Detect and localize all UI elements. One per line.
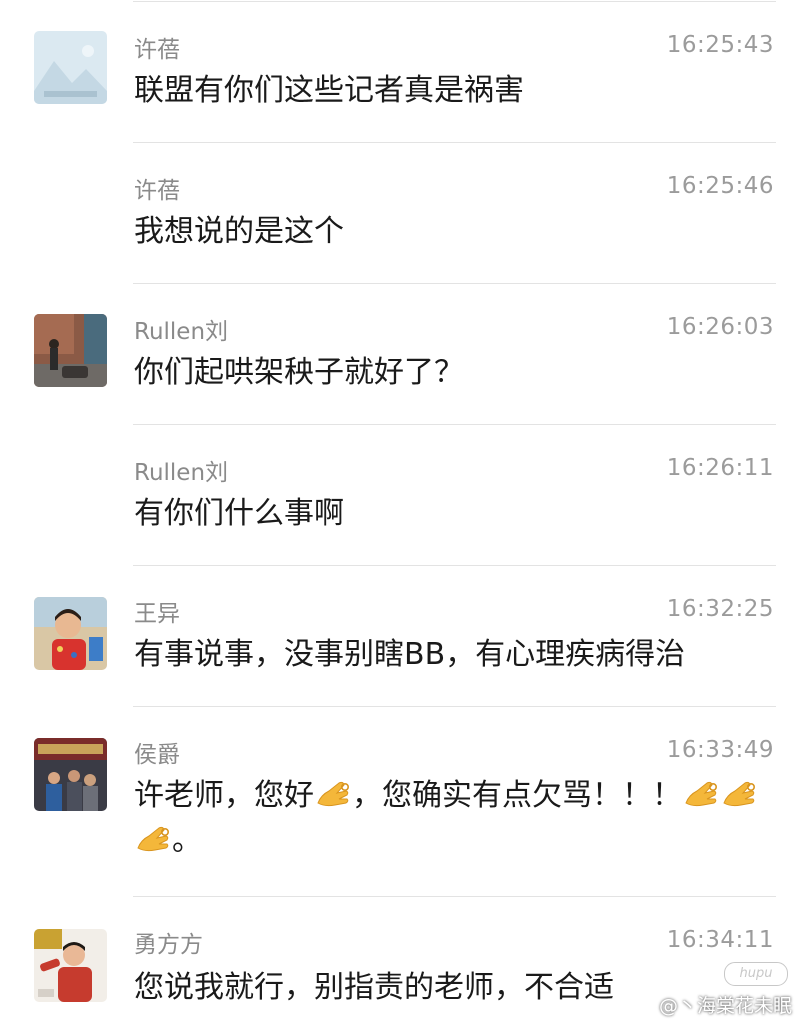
watermark: @丶海棠花未眠 xyxy=(658,995,792,1017)
ok-hand-emoji-icon xyxy=(137,826,169,852)
avatar[interactable] xyxy=(34,738,107,811)
sender-name: Rullen刘 xyxy=(134,460,229,486)
ok-hand-emoji-icon xyxy=(317,781,349,807)
message-time: 16:32:25 xyxy=(666,596,774,622)
message-text: 你们起哄架秧子就好了？ xyxy=(134,355,464,390)
avatar[interactable] xyxy=(34,31,107,104)
divider xyxy=(133,565,776,566)
message-text-part: ，您确实有点欠骂！！！ xyxy=(352,778,682,813)
sender-name: 许蓓 xyxy=(134,178,180,204)
avatar[interactable] xyxy=(34,929,107,1002)
ok-hand-emoji-icon xyxy=(723,781,755,807)
divider xyxy=(133,283,776,284)
message-text: 有事说事，没事别瞎BB，有心理疾病得治 xyxy=(134,637,686,672)
message-time: 16:25:46 xyxy=(666,173,774,199)
sender-name: Rullen刘 xyxy=(134,319,229,345)
message-text: 许老师，您好 ，您确实有点欠骂！！！ 。 xyxy=(134,773,778,863)
divider xyxy=(133,706,776,707)
message-time: 16:25:43 xyxy=(666,32,774,58)
message-time: 16:26:11 xyxy=(666,455,774,481)
avatar[interactable] xyxy=(34,597,107,670)
sender-name: 王异 xyxy=(134,601,180,627)
avatar[interactable] xyxy=(34,314,107,387)
sender-name: 勇方方 xyxy=(134,932,203,958)
divider xyxy=(133,424,776,425)
message-text: 联盟有你们这些记者真是祸害 xyxy=(134,73,524,108)
message-time: 16:34:11 xyxy=(666,927,774,953)
message-text: 有你们什么事啊 xyxy=(134,496,344,531)
message-text-part: 。 xyxy=(172,823,202,858)
message-text-part: 许老师，您好 xyxy=(134,778,314,813)
divider xyxy=(133,1,776,2)
hupu-logo-icon: hupu xyxy=(724,962,788,986)
divider xyxy=(133,896,776,897)
chat-message-list: 许蓓 16:25:43 联盟有你们这些记者真是祸害 许蓓 16:25:46 我想… xyxy=(0,0,800,1026)
sender-name: 侯爵 xyxy=(134,742,180,768)
ok-hand-emoji-icon xyxy=(685,781,717,807)
message-text: 我想说的是这个 xyxy=(134,214,344,249)
divider xyxy=(133,142,776,143)
sender-name: 许蓓 xyxy=(134,37,180,63)
message-time: 16:33:49 xyxy=(666,737,774,763)
message-time: 16:26:03 xyxy=(666,314,774,340)
